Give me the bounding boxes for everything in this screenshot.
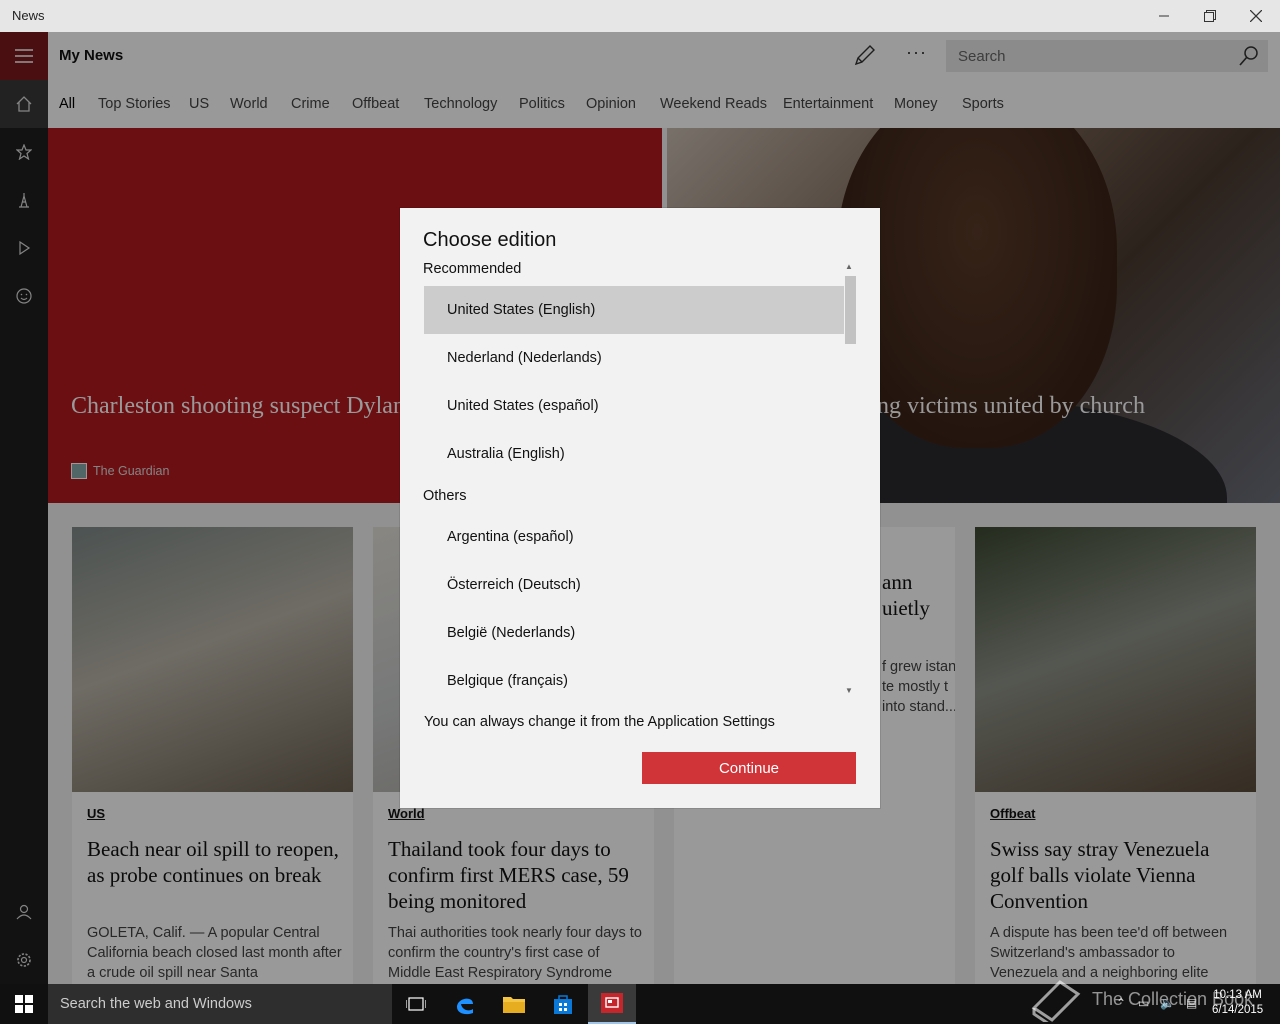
clock-time: 10:13 AM	[1213, 989, 1262, 1001]
edition-option[interactable]: Australia (English)	[424, 430, 844, 478]
others-group-label: Others	[423, 488, 467, 504]
clock-date: 6/14/2015	[1212, 1004, 1264, 1016]
store-bag-icon	[554, 995, 572, 1014]
edition-option[interactable]: United States (English)	[424, 286, 844, 334]
system-clock[interactable]: 10:13 AM 6/14/2015	[1212, 988, 1263, 1018]
recommended-group-label: Recommended	[423, 261, 522, 277]
restore-icon	[1204, 10, 1216, 22]
minimize-button[interactable]	[1141, 0, 1187, 32]
taskbar: Search the web and Windows The Collectio…	[0, 980, 1280, 1024]
windows-logo-icon	[15, 995, 33, 1013]
choose-edition-dialog: Choose edition Recommended ▲ United Stat…	[400, 208, 880, 808]
close-icon	[1250, 10, 1262, 22]
title-bar: News	[0, 0, 1280, 32]
edition-option[interactable]: Belgique (français)	[424, 657, 844, 705]
taskbar-search-placeholder: Search the web and Windows	[60, 996, 252, 1012]
task-view-button[interactable]	[392, 984, 440, 1024]
file-explorer-button[interactable]	[490, 984, 538, 1024]
continue-button[interactable]: Continue	[642, 752, 856, 784]
taskbar-search-box[interactable]: Search the web and Windows	[48, 984, 392, 1024]
scroll-down-icon[interactable]: ▼	[845, 686, 853, 695]
close-button[interactable]	[1233, 0, 1279, 32]
scrollbar-thumb[interactable]	[845, 276, 856, 344]
edition-option[interactable]: Österreich (Deutsch)	[424, 561, 844, 609]
scroll-up-icon[interactable]: ▲	[845, 262, 853, 271]
edge-browser-button[interactable]	[441, 984, 489, 1024]
dialog-title: Choose edition	[423, 229, 557, 251]
network-icon[interactable]: ▭	[1138, 996, 1149, 1010]
tray-overflow-icon[interactable]: ⌃	[1116, 996, 1126, 1010]
edge-icon	[457, 998, 473, 1015]
action-center-icon[interactable]: ▤	[1186, 996, 1197, 1010]
news-app-button[interactable]	[588, 984, 636, 1024]
minimize-icon	[1159, 15, 1169, 17]
restore-button[interactable]	[1187, 0, 1233, 32]
store-button[interactable]	[539, 984, 587, 1024]
settings-note: You can always change it from the Applic…	[424, 714, 775, 730]
edition-option[interactable]: Nederland (Nederlands)	[424, 334, 844, 382]
folder-icon	[503, 997, 525, 1013]
start-button[interactable]	[0, 984, 48, 1024]
edition-option[interactable]: België (Nederlands)	[424, 609, 844, 657]
book-watermark-icon	[1031, 980, 1081, 1022]
edition-option[interactable]: Argentina (español)	[424, 513, 844, 561]
edition-option[interactable]: United States (español)	[424, 382, 844, 430]
news-app-icon	[601, 993, 623, 1013]
window-title: News	[12, 8, 45, 23]
task-view-icon	[406, 997, 426, 1011]
volume-icon[interactable]: 🔈	[1160, 996, 1175, 1010]
